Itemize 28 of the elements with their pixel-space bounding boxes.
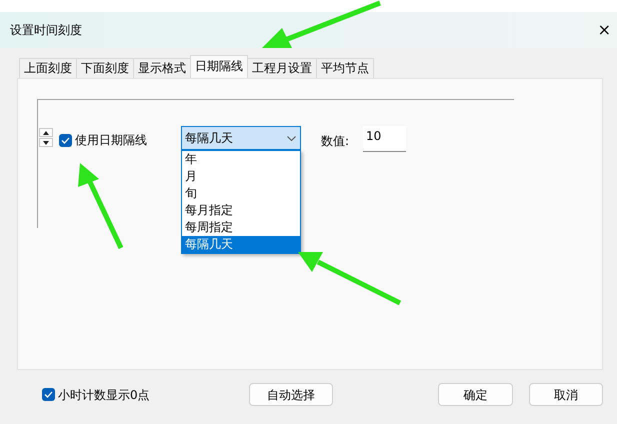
tab[interactable]: 日期隔线 — [190, 55, 248, 78]
checkbox[interactable] — [42, 388, 55, 401]
value-input[interactable]: 10 — [363, 126, 406, 152]
spin-down-button[interactable] — [39, 138, 53, 147]
checkbox[interactable] — [59, 134, 72, 146]
checkmark-icon — [61, 136, 70, 144]
cancel-button[interactable]: 取消 — [529, 383, 603, 406]
dropdown-option[interactable]: 每月指定 — [182, 202, 300, 219]
dropdown-option[interactable]: 月 — [182, 168, 300, 185]
checkbox-label: 使用日期隔线 — [75, 132, 147, 149]
dropdown-option[interactable]: 每周指定 — [182, 219, 300, 236]
up-arrow-icon — [43, 130, 49, 134]
checkbox-label: 小时计数显示0点 — [58, 386, 151, 404]
chevron-down-icon — [287, 136, 296, 140]
interval-dropdown[interactable]: 每隔几天 — [181, 126, 301, 150]
spin-up-button[interactable] — [39, 128, 53, 137]
dropdown-option[interactable]: 旬 — [182, 185, 300, 202]
ok-button[interactable]: 确定 — [438, 383, 514, 406]
window-title: 设置时间刻度 — [10, 22, 82, 39]
down-arrow-icon — [43, 140, 49, 144]
checkmark-icon — [44, 391, 53, 398]
value-label: 数值: — [321, 133, 350, 150]
auto-select-button[interactable]: 自动选择 — [249, 383, 334, 406]
close-button[interactable]: × — [598, 22, 611, 38]
tab[interactable]: 上面刻度 — [19, 58, 77, 78]
dropdown-option[interactable]: 年 — [182, 151, 300, 168]
tab[interactable]: 平均节点 — [316, 58, 374, 78]
dropdown-option[interactable]: 每隔几天 — [182, 236, 300, 253]
